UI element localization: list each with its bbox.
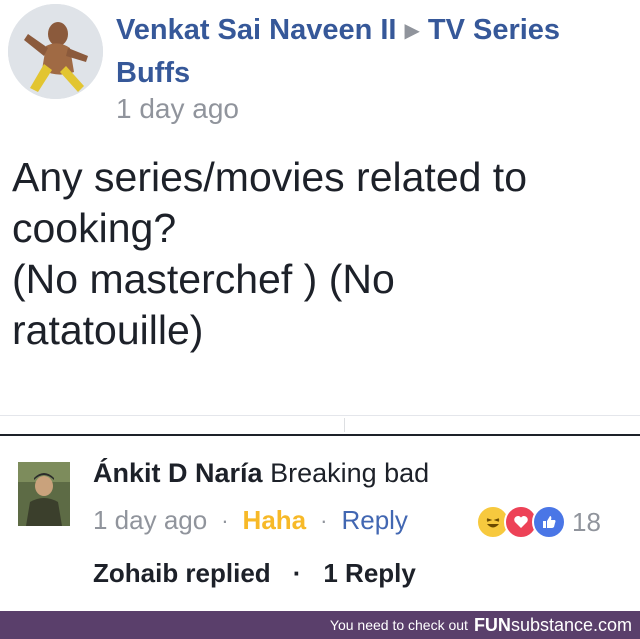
comment-text: Breaking bad — [270, 458, 430, 488]
arrow-right-icon: ▶ — [404, 20, 420, 42]
meta-separator: · — [292, 558, 302, 588]
like-icon — [532, 505, 566, 539]
comment-meta: 1 day ago · Haha · Reply — [93, 505, 408, 536]
reply-button[interactable]: Reply — [341, 505, 407, 536]
haha-reaction-button[interactable]: Haha — [243, 505, 307, 536]
action-divider — [344, 418, 345, 432]
post-header: Venkat Sai Naveen II ▶ TV Series Buffs — [116, 10, 616, 93]
watermark-text: You need to check out — [329, 617, 468, 633]
commenter-name-link[interactable]: Ánkit D Naría — [93, 458, 263, 488]
commenter-avatar[interactable] — [18, 462, 70, 526]
author-name-link[interactable]: Venkat Sai Naveen II — [116, 14, 396, 46]
replied-by-link[interactable]: Zohaib replied — [93, 558, 271, 589]
watermark-brand-rest: substance.com — [510, 614, 632, 635]
meta-separator: · — [320, 507, 328, 533]
watermark-banner: You need to check out FUNsubstance.com — [0, 611, 640, 639]
comment-timestamp[interactable]: 1 day ago — [93, 505, 207, 536]
reply-count-link[interactable]: 1 Reply — [323, 558, 416, 589]
replies-summary: Zohaib replied · 1 Reply — [93, 558, 416, 589]
commenter-avatar-image — [18, 462, 70, 526]
post-timestamp[interactable]: 1 day ago — [116, 93, 239, 125]
comments-separator — [0, 434, 640, 436]
comment-body: Ánkit D Naría Breaking bad — [93, 458, 429, 489]
post-action-bar — [0, 415, 640, 436]
reaction-count: 18 — [572, 506, 601, 537]
reaction-summary[interactable]: 18 — [476, 505, 601, 539]
post-text: Any series/movies related to cooking? (N… — [12, 154, 528, 353]
meta-separator: · — [221, 507, 229, 533]
watermark-brand: FUNsubstance.com — [474, 615, 632, 636]
author-avatar-image — [8, 4, 103, 99]
author-avatar[interactable] — [8, 4, 103, 99]
watermark-brand-strong: FUN — [473, 614, 511, 635]
